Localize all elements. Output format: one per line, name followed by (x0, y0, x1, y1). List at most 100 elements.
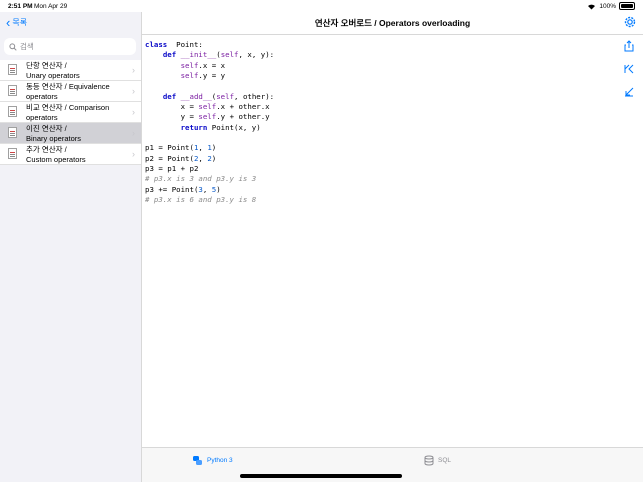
code-token: p3 = p1 + p2 (145, 164, 199, 174)
code-token: def (162, 91, 177, 101)
code-line: p3 = p1 + p2 (145, 164, 274, 174)
topic-list: 단항 연산자 / Unary operators › 동등 연산자 / Equiv… (0, 60, 141, 165)
code-token: ) (211, 153, 217, 163)
search-input[interactable] (20, 42, 130, 51)
status-time: 2:51 PM (8, 3, 33, 10)
code-token: __init__ (180, 50, 217, 60)
collapse-icon[interactable] (623, 63, 635, 75)
code-token: self (220, 50, 239, 60)
code-token: p3 += Point( (145, 184, 199, 194)
tab-sql[interactable]: SQL (424, 455, 451, 466)
expand-icon[interactable] (623, 86, 635, 98)
search-bar[interactable] (4, 38, 136, 55)
battery-percent: 100% (599, 2, 616, 10)
code-line: x = self.x + other.x (145, 102, 274, 112)
code-token: , x, y): (238, 50, 275, 60)
document-icon (8, 106, 17, 117)
document-icon (8, 148, 17, 159)
sidebar: ‹ 목록 단항 연산자 /Unary operators › 동등 연산자 / … (0, 12, 142, 482)
code-view: class Point: def __init__(self, x, y): s… (145, 40, 274, 206)
list-item-label: 동등 연산자 / Equivalence operators (26, 82, 110, 101)
code-token: def (162, 50, 177, 60)
code-token: , other): (234, 91, 275, 101)
search-icon (9, 42, 17, 51)
code-line: self.y = y (145, 71, 274, 81)
code-token: y = (145, 112, 199, 122)
chevron-right-icon: › (132, 86, 135, 96)
back-label: 목록 (12, 18, 28, 27)
list-item-label: 단항 연산자 / Unary operators (26, 61, 80, 80)
battery-icon (619, 2, 635, 10)
status-date: Mon Apr 29 (34, 3, 68, 10)
code-token: self (180, 60, 199, 70)
list-item[interactable]: 단항 연산자 / Unary operators › (0, 60, 141, 81)
code-token: p1 = Point( (145, 143, 194, 153)
status-bar: 2:51 PM Mon Apr 29 100% (0, 0, 643, 12)
code-token: __add__ (180, 91, 212, 101)
tab-python[interactable]: Python 3 (192, 455, 233, 466)
code-line: return Point(x, y) (145, 123, 274, 133)
code-token: self (180, 71, 199, 81)
home-indicator (240, 474, 402, 478)
code-line: p1 = Point(1, 1) (145, 143, 274, 153)
list-item[interactable]: 비교 연산자 / Comparison operators › (0, 102, 141, 123)
code-token: # p3.x is 3 and p3.y is 3 (145, 174, 257, 184)
code-line: def __init__(self, x, y): (145, 50, 274, 60)
chevron-right-icon: › (132, 128, 135, 138)
code-token: # p3.x is 6 and p3.y is 8 (145, 195, 257, 205)
code-token: .x = x (198, 60, 226, 70)
python-icon (193, 456, 202, 465)
list-item[interactable]: 추가 연산자 / Custom operators › (0, 144, 141, 165)
page-title: 연산자 오버로드 / Operators overloading (314, 18, 471, 28)
status-right: 100% (587, 2, 635, 10)
code-token: self (198, 102, 217, 112)
share-icon[interactable] (623, 40, 635, 52)
code-token: .y + other.y (216, 112, 270, 122)
code-token: , (198, 143, 208, 153)
tab-label: Python 3 (207, 457, 233, 464)
list-item-label: 추가 연산자 / Custom operators (26, 145, 86, 164)
code-token: .y = y (198, 71, 226, 81)
list-item-label: 비교 연산자 / Comparison operators (26, 103, 110, 122)
chevron-left-icon: ‹ (6, 14, 11, 30)
nav-divider (142, 34, 643, 35)
code-token: return (180, 122, 208, 132)
code-token: ) (211, 143, 217, 153)
document-icon (8, 85, 17, 96)
code-token: , (198, 153, 208, 163)
code-line: def __add__(self, other): (145, 92, 274, 102)
code-token: self (216, 91, 235, 101)
code-token: .x + other.x (216, 102, 270, 112)
chevron-right-icon: › (132, 149, 135, 159)
code-token: p2 = Point( (145, 153, 194, 163)
sidebar-nav-bar: ‹ 목록 (0, 12, 141, 34)
document-icon (8, 64, 17, 75)
back-button[interactable]: ‹ 목록 (6, 14, 28, 30)
code-line: y = self.y + other.y (145, 112, 274, 122)
code-token: x = (145, 102, 199, 112)
code-line: self.x = x (145, 61, 274, 71)
main-pane: 연산자 오버로드 / Operators overloading class P… (142, 12, 643, 482)
gear-icon[interactable] (623, 15, 637, 29)
database-icon (424, 455, 434, 466)
list-item-label: 이진 연산자 / Binary operators (26, 124, 82, 143)
list-item-selected[interactable]: 이진 연산자 / Binary operators › (0, 123, 141, 144)
chevron-right-icon: › (132, 107, 135, 117)
tab-label: SQL (438, 457, 452, 464)
toolbar-vertical (623, 40, 635, 109)
code-line: class Point: (145, 40, 274, 50)
code-token: Point: (167, 40, 203, 49)
code-line: # p3.x is 6 and p3.y is 8 (145, 195, 274, 205)
list-item[interactable]: 동등 연산자 / Equivalence operators › (0, 81, 141, 102)
code-token: ) (216, 184, 221, 194)
code-token: Point(x, y) (207, 122, 261, 132)
code-token: class (145, 40, 168, 49)
code-line: p3 += Point(3, 5) (145, 185, 274, 195)
